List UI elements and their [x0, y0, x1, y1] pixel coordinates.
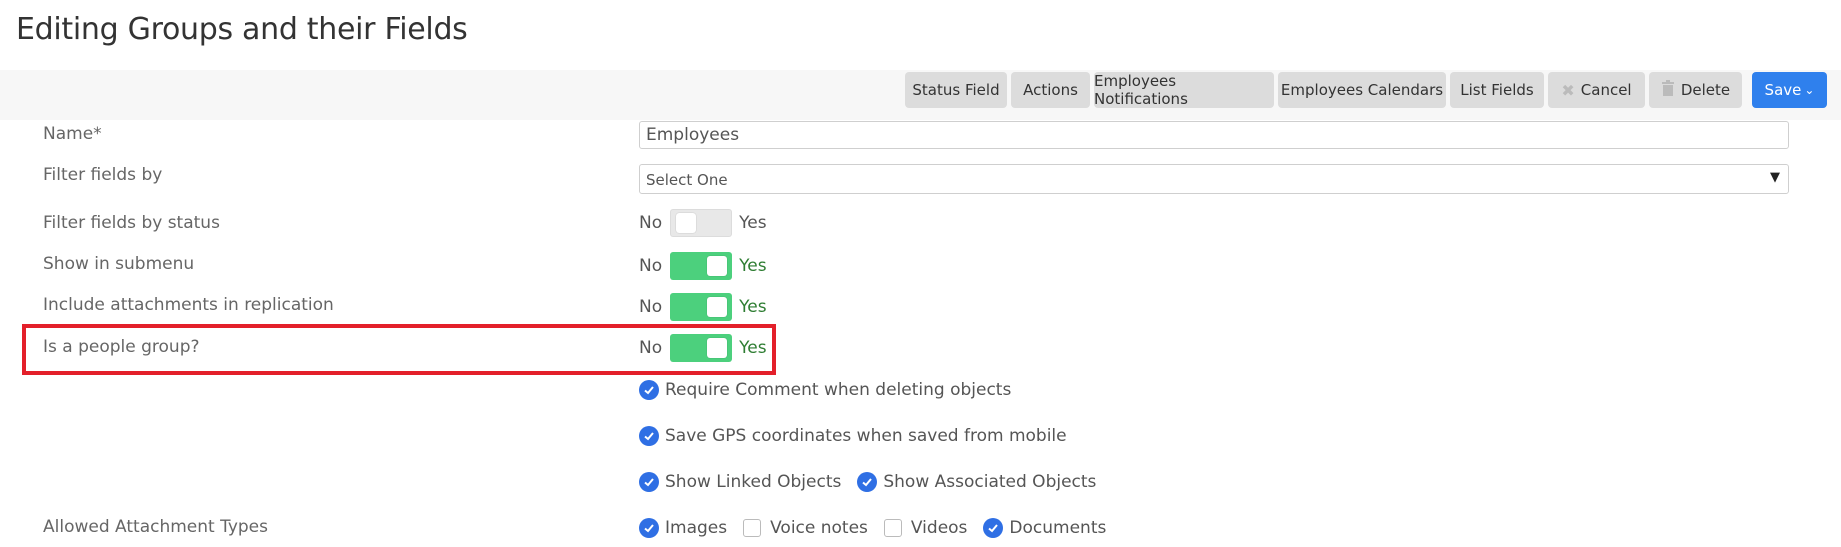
- require-comment-label: Require Comment when deleting objects: [665, 380, 1012, 400]
- actions-button[interactable]: Actions: [1011, 72, 1090, 108]
- name-label: Name*: [43, 124, 102, 144]
- employees-notifications-button[interactable]: Employees Notifications: [1094, 72, 1274, 108]
- checked-icon: [639, 380, 659, 400]
- toggle-yes-label: Yes: [739, 213, 767, 233]
- include-attachments-toggle[interactable]: [670, 293, 733, 321]
- checked-icon[interactable]: [639, 518, 659, 538]
- save-button[interactable]: Save ⌄: [1752, 72, 1827, 108]
- page-title: Editing Groups and their Fields: [16, 12, 468, 47]
- show-associated-label: Show Associated Objects: [883, 472, 1097, 492]
- cancel-button[interactable]: ✖ Cancel: [1548, 72, 1645, 108]
- toggle-no-label: No: [639, 297, 663, 317]
- checked-icon[interactable]: [639, 472, 659, 492]
- unchecked-box-icon[interactable]: [743, 519, 762, 537]
- delete-button[interactable]: Delete: [1649, 72, 1742, 108]
- show-in-submenu-row: No Yes: [639, 251, 767, 281]
- toggle-no-label: No: [639, 256, 663, 276]
- save-label: Save: [1764, 81, 1802, 99]
- filter-fields-by-status-toggle[interactable]: [670, 209, 733, 237]
- toolbar: Status Field Actions Employees Notificat…: [0, 70, 1841, 120]
- toggle-yes-label: Yes: [739, 256, 767, 276]
- attachment-type-videos: Videos: [910, 518, 968, 538]
- attachment-type-voice-notes: Voice notes: [770, 518, 868, 538]
- include-attachments-label: Include attachments in replication: [43, 295, 334, 315]
- show-in-submenu-label: Show in submenu: [43, 254, 195, 274]
- people-group-row: No Yes: [639, 333, 767, 363]
- attachment-type-images: Images: [665, 518, 728, 538]
- toggle-yes-label: Yes: [739, 338, 767, 358]
- attachment-types-row: Images Voice notes Videos Documents: [639, 518, 1106, 538]
- toggle-yes-label: Yes: [739, 297, 767, 317]
- include-attachments-row: No Yes: [639, 292, 767, 322]
- dropdown-caret-icon: ▼: [1770, 170, 1780, 185]
- toggle-knob: [707, 256, 728, 276]
- close-icon: ✖: [1561, 80, 1575, 100]
- checked-icon: [639, 426, 659, 446]
- checked-icon[interactable]: [857, 472, 878, 492]
- chevron-down-icon: ⌄: [1804, 83, 1815, 97]
- filter-fields-by-label: Filter fields by: [43, 165, 163, 185]
- linked-associated-row: Show Linked Objects Show Associated Obje…: [639, 472, 1096, 492]
- list-fields-button[interactable]: List Fields: [1450, 72, 1544, 108]
- status-field-button[interactable]: Status Field: [905, 72, 1007, 108]
- show-linked-label: Show Linked Objects: [665, 472, 842, 492]
- show-in-submenu-toggle[interactable]: [670, 252, 733, 280]
- filter-fields-by-status-label: Filter fields by status: [43, 213, 220, 233]
- filter-fields-by-selected: Select One: [646, 171, 728, 189]
- toggle-knob: [707, 297, 728, 317]
- require-comment-option[interactable]: Require Comment when deleting objects: [639, 380, 1011, 400]
- save-gps-label: Save GPS coordinates when saved from mob…: [665, 426, 1067, 446]
- toggle-knob: [676, 213, 697, 233]
- name-input[interactable]: [639, 121, 1789, 149]
- people-group-label: Is a people group?: [43, 337, 200, 357]
- employees-calendars-button[interactable]: Employees Calendars: [1278, 72, 1446, 108]
- toggle-no-label: No: [639, 338, 663, 358]
- filter-fields-by-status-row: No Yes: [639, 208, 767, 238]
- cancel-label: Cancel: [1580, 81, 1632, 99]
- toggle-no-label: No: [639, 213, 663, 233]
- filter-fields-by-select[interactable]: Select One ▼: [639, 164, 1789, 194]
- attachment-type-documents: Documents: [1009, 518, 1107, 538]
- unchecked-box-icon[interactable]: [883, 519, 902, 537]
- save-gps-option[interactable]: Save GPS coordinates when saved from mob…: [639, 426, 1067, 446]
- people-group-toggle[interactable]: [670, 334, 733, 362]
- allowed-attachment-types-label: Allowed Attachment Types: [43, 517, 269, 537]
- trash-icon: [1661, 80, 1675, 100]
- delete-label: Delete: [1680, 81, 1731, 99]
- toggle-knob: [707, 338, 728, 358]
- checked-icon[interactable]: [983, 518, 1004, 538]
